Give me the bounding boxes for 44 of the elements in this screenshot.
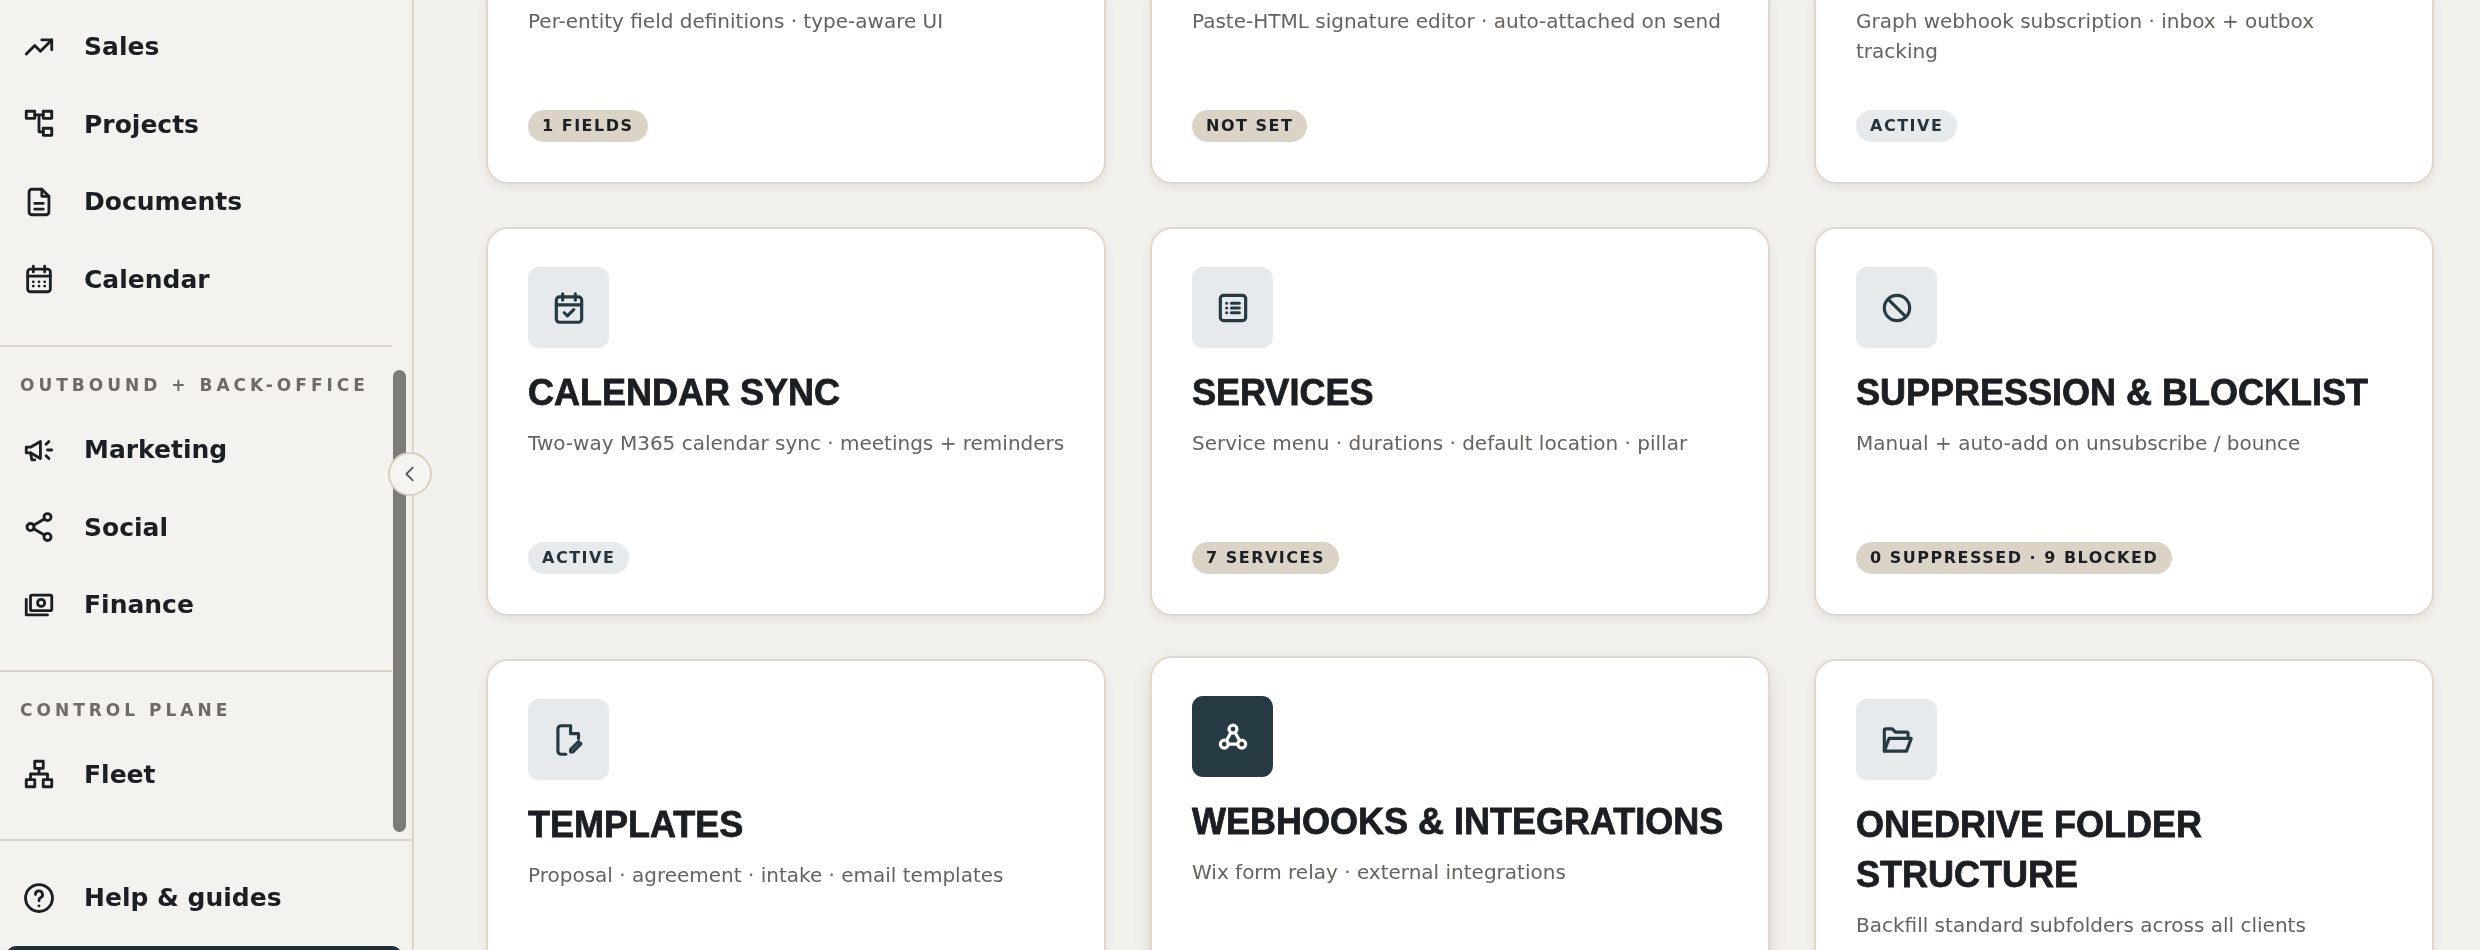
card-description: Manual + auto-add on unsubscribe / bounce <box>1856 430 2301 457</box>
status-badge: ACTIVE <box>1856 110 1958 142</box>
help-icon <box>22 880 56 915</box>
sidebar-item[interactable]: Documents <box>0 163 251 241</box>
status-badge: ACTIVE <box>528 542 630 574</box>
card-description: Proposal · agreement · intake · email templates <box>528 862 1004 889</box>
status-badge: 1 FIELDS <box>528 110 648 142</box>
card-description: Per-entity field definitions · type-aware UI <box>528 8 944 35</box>
card-description: Backfill standard subfolders across all clients <box>1856 912 2306 939</box>
sidebar-item[interactable]: Projects <box>0 85 207 163</box>
card-description: Service menu · durations · default location · pillar <box>1192 430 1688 457</box>
card-title: SERVICES <box>1192 371 1374 415</box>
status-badge: 7 SERVICES <box>1192 542 1339 574</box>
sidebar-item[interactable]: Marketing <box>0 411 236 489</box>
card-description: Wix form relay · external integrations <box>1192 859 1566 886</box>
card-title: TEMPLATES <box>528 803 744 847</box>
sidebar-item[interactable]: Calendar <box>0 240 218 318</box>
settings-card[interactable]: WEBHOOKS & INTEGRATIONS Wix form relay · external integrations <box>1150 656 1770 950</box>
section-heading: OUTBOUND + BACK-OFFICE <box>20 374 369 397</box>
card-title: WEBHOOKS & INTEGRATIONS <box>1192 800 1724 844</box>
settings-card[interactable]: SERVICES Service menu · durations · default location · pillar 7 SERVICES <box>1150 227 1770 616</box>
settings-card[interactable]: SUPPRESSION & BLOCKLIST Manual + auto-add on unsubscribe / bounce 0 SUPPRESSED · 9 BLOCKED <box>1814 227 2434 616</box>
collapse-sidebar-button[interactable] <box>388 452 432 496</box>
scrollbar[interactable] <box>393 370 406 832</box>
card-title: SUPPRESSION & BLOCKLIST <box>1856 371 2369 415</box>
settings-card[interactable]: TEMPLATES Proposal · agreement · intake · email templates <box>486 659 1106 950</box>
settings-card[interactable]: CALENDAR SYNC Two-way M365 calendar sync · meetings + reminders ACTIVE <box>486 227 1106 616</box>
sidebar-item[interactable]: Finance <box>0 566 202 644</box>
section-heading: CONTROL PLANE <box>20 698 232 722</box>
sidebar-item[interactable]: Fleet <box>0 735 164 813</box>
card-description: Two-way M365 calendar sync · meetings + reminders <box>528 430 1065 457</box>
sidebar-item[interactable]: Sales <box>0 8 168 86</box>
settings-card[interactable]: ONEDRIVE FOLDER STRUCTURE Backfill standard subfolders across all clients <box>1814 659 2434 950</box>
card-title: ONEDRIVE FOLDER STRUCTURE <box>1856 803 2204 897</box>
sidebar-item[interactable]: Social <box>0 488 176 566</box>
status-badge: NOT SET <box>1192 110 1308 142</box>
card-description: Paste-HTML signature editor · auto-attached on send <box>1192 8 1721 35</box>
card-title: CALENDAR SYNC <box>528 371 840 415</box>
card-description: Graph webhook subscription · inbox + outbox tracking <box>1856 8 2315 65</box>
settings-card[interactable]: Graph webhook subscription · inbox + outbox tracking ACTIVE <box>1814 0 2434 184</box>
status-badge: 0 SUPPRESSED · 9 BLOCKED <box>1856 542 2173 574</box>
sidebar-item[interactable]: Help & guides <box>0 859 290 937</box>
settings-card[interactable]: Per-entity field definitions · type-aware UI 1 FIELDS <box>486 0 1106 184</box>
settings-card[interactable]: Paste-HTML signature editor · auto-attached on send NOT SET <box>1150 0 1770 184</box>
